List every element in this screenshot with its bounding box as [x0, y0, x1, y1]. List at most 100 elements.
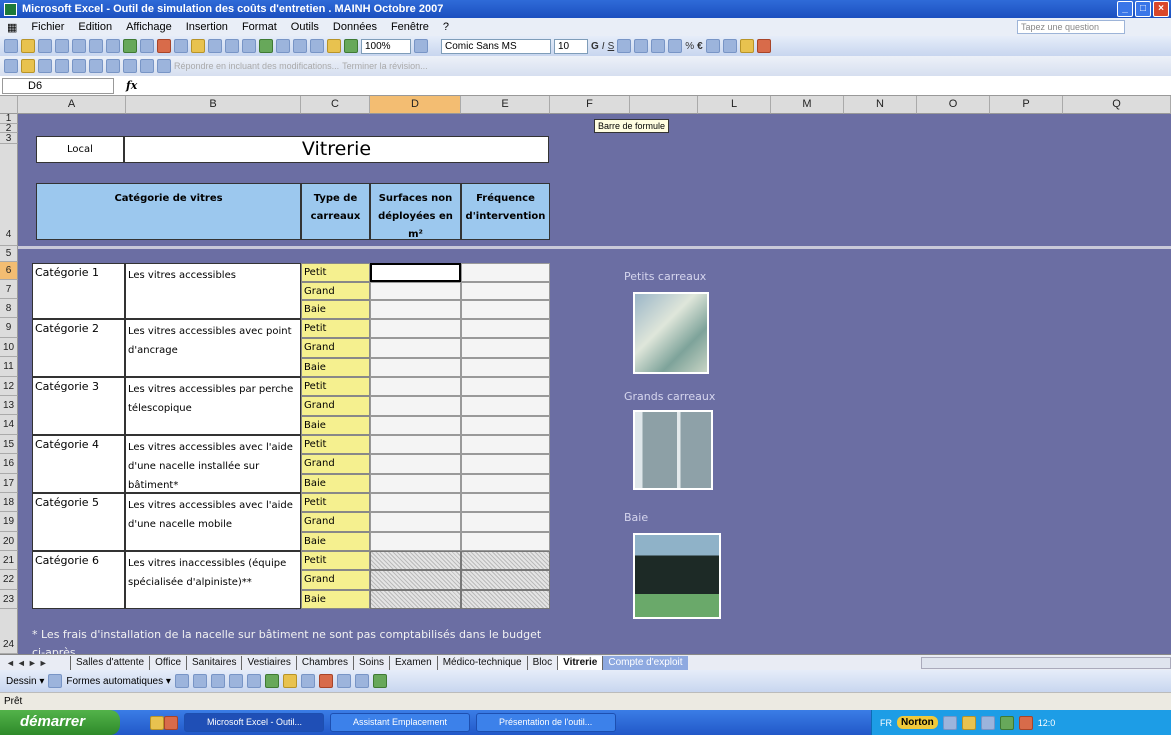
dessin-menu[interactable]: Dessin ▾ — [6, 676, 44, 687]
type-cell[interactable]: Grand — [301, 570, 370, 590]
borders-icon[interactable] — [722, 39, 737, 53]
surface-input[interactable] — [370, 338, 461, 358]
tab-medico-technique[interactable]: Médico-technique — [436, 655, 527, 670]
textbox-icon[interactable] — [246, 674, 261, 688]
row-header-18[interactable]: 18 — [0, 493, 18, 512]
row-header-23[interactable]: 23 — [0, 590, 18, 609]
tray-icon[interactable] — [1018, 715, 1033, 730]
tab-sanitaires[interactable]: Sanitaires — [186, 655, 241, 670]
menu-format[interactable]: Format — [235, 21, 284, 33]
undo-icon[interactable] — [225, 39, 239, 53]
row-header-8[interactable]: 8 — [0, 299, 18, 318]
fill-color-icon[interactable] — [739, 39, 754, 53]
rectangle-icon[interactable] — [210, 674, 225, 688]
quicklaunch-icon[interactable] — [164, 715, 178, 730]
surface-input[interactable] — [370, 416, 461, 435]
review-icon-6[interactable] — [89, 59, 103, 73]
bold-icon[interactable]: G — [591, 41, 599, 52]
frequency-input[interactable] — [461, 319, 550, 338]
col-header-b[interactable]: B — [126, 96, 301, 114]
surface-input[interactable] — [370, 282, 461, 300]
surface-input[interactable] — [370, 377, 461, 396]
draw-font-color-icon[interactable] — [318, 674, 333, 688]
review-icon-7[interactable] — [106, 59, 120, 73]
col-header-a[interactable]: A — [18, 96, 126, 114]
row-header-22[interactable]: 22 — [0, 570, 18, 590]
fx-icon[interactable]: fx — [126, 79, 137, 92]
end-review[interactable]: Terminer la révision... — [342, 61, 428, 71]
menu-insertion[interactable]: Insertion — [179, 21, 235, 33]
surface-input-selected[interactable] — [370, 263, 461, 282]
review-icon-8[interactable] — [123, 59, 137, 73]
task-presentation[interactable]: Présentation de l'outil... — [476, 713, 616, 732]
type-cell[interactable]: Baie — [301, 474, 370, 493]
task-excel[interactable]: Microsoft Excel - Outil... — [184, 713, 324, 732]
preview-icon[interactable] — [106, 39, 120, 53]
3d-icon[interactable] — [372, 674, 387, 688]
frequency-input[interactable] — [461, 435, 550, 454]
italic-icon[interactable]: I — [602, 41, 605, 52]
tab-vestiaires[interactable]: Vestiaires — [241, 655, 295, 670]
font-color-icon[interactable] — [756, 39, 771, 53]
surface-input[interactable] — [370, 300, 461, 319]
save-icon[interactable] — [38, 39, 52, 53]
help-icon[interactable] — [414, 39, 428, 53]
menu-fenetre[interactable]: Fenêtre — [384, 21, 436, 33]
email-icon[interactable] — [72, 39, 86, 53]
row-header-20[interactable]: 20 — [0, 532, 18, 551]
euro-icon[interactable]: € — [697, 41, 703, 52]
type-cell[interactable]: Grand — [301, 396, 370, 416]
sort-desc-icon[interactable] — [310, 39, 324, 53]
language-indicator[interactable]: FR — [880, 718, 892, 728]
menu-affichage[interactable]: Affichage — [119, 21, 179, 33]
align-right-icon[interactable] — [651, 39, 666, 53]
align-center-icon[interactable] — [634, 39, 649, 53]
surface-input[interactable] — [370, 493, 461, 512]
restore-button[interactable]: □ — [1135, 1, 1151, 17]
menu-fichier[interactable]: Fichier — [24, 21, 71, 33]
frequency-input[interactable] — [461, 512, 550, 532]
type-cell[interactable]: Baie — [301, 590, 370, 609]
permission-icon[interactable] — [55, 39, 69, 53]
tab-examen[interactable]: Examen — [389, 655, 437, 670]
row-header-11[interactable]: 11 — [0, 357, 18, 377]
col-header-p[interactable]: P — [990, 96, 1063, 114]
frequency-input[interactable] — [461, 396, 550, 416]
category-3-name[interactable]: Catégorie 3 — [32, 377, 125, 435]
workbook-icon[interactable]: ▦ — [0, 21, 24, 34]
task-assistant[interactable]: Assistant Emplacement — [330, 713, 470, 732]
tab-vitrerie[interactable]: Vitrerie — [557, 655, 603, 670]
type-cell[interactable]: Grand — [301, 512, 370, 532]
review-icon-4[interactable] — [55, 59, 69, 73]
font-size-select[interactable]: 10 — [554, 38, 588, 54]
type-cell[interactable]: Grand — [301, 454, 370, 474]
category-3-desc[interactable]: Les vitres accessibles par perche télesc… — [125, 377, 301, 435]
row-header-24[interactable]: 24 — [0, 609, 18, 654]
surface-input[interactable] — [370, 474, 461, 493]
type-cell[interactable]: Baie — [301, 416, 370, 435]
col-header-n[interactable]: N — [844, 96, 917, 114]
header-type[interactable]: Type de carreaux — [301, 183, 370, 240]
category-6-name[interactable]: Catégorie 6 — [32, 551, 125, 609]
frequency-input[interactable] — [461, 532, 550, 551]
frequency-input[interactable] — [461, 474, 550, 493]
format-painter-icon[interactable] — [208, 39, 222, 53]
align-left-icon[interactable] — [617, 39, 632, 53]
row-header-15[interactable]: 15 — [0, 435, 18, 454]
close-button[interactable]: × — [1153, 1, 1169, 17]
row-header-17[interactable]: 17 — [0, 474, 18, 493]
new-icon[interactable] — [4, 39, 18, 53]
type-cell[interactable]: Baie — [301, 532, 370, 551]
reply-with-changes[interactable]: Répondre en incluant des modifications..… — [174, 61, 339, 71]
type-cell[interactable]: Grand — [301, 338, 370, 358]
clipart-icon[interactable] — [264, 674, 279, 688]
frequency-input[interactable] — [461, 282, 550, 300]
redo-icon[interactable] — [242, 39, 256, 53]
col-header-hidden[interactable] — [630, 96, 698, 114]
review-icon-3[interactable] — [38, 59, 52, 73]
tab-bloc[interactable]: Bloc — [526, 655, 557, 670]
tab-office[interactable]: Office — [149, 655, 186, 670]
tray-icon[interactable] — [999, 715, 1014, 730]
category-1-desc[interactable]: Les vitres accessibles — [125, 263, 301, 319]
menu-outils[interactable]: Outils — [284, 21, 326, 33]
